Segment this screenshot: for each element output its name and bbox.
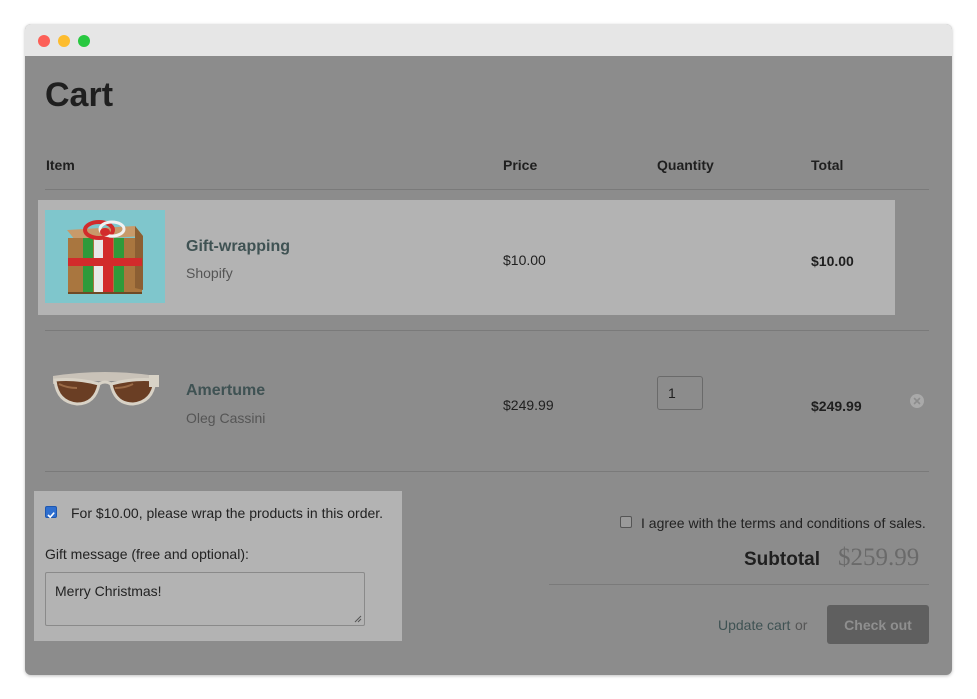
subtotal-label: Subtotal (744, 549, 820, 570)
close-window-button[interactable] (38, 35, 50, 47)
column-header-quantity: Quantity (657, 157, 714, 173)
window-titlebar (25, 24, 952, 56)
item-name[interactable]: Amertume (186, 382, 265, 400)
quantity-input[interactable]: 1 (657, 376, 703, 410)
gift-message-value: Merry Christmas! (55, 583, 162, 599)
column-header-item: Item (46, 157, 75, 173)
divider (45, 189, 929, 190)
divider (45, 471, 929, 472)
remove-item-button[interactable] (910, 394, 924, 408)
gift-wrap-label: For $10.00, please wrap the products in … (71, 505, 384, 521)
item-vendor: Shopify (186, 265, 233, 281)
subtotal-value: $259.99 (838, 544, 920, 571)
divider (549, 584, 929, 585)
gift-message-label: Gift message (free and optional): (45, 546, 249, 562)
gift-message-field[interactable]: Merry Christmas! (45, 572, 365, 626)
minimize-window-button[interactable] (58, 35, 70, 47)
cart-page: Cart Item Price Quantity Total Gift-wrap… (25, 56, 952, 675)
terms-label: I agree with the terms and conditions of… (641, 515, 926, 531)
zoom-window-button[interactable] (78, 35, 90, 47)
browser-window: Cart Item Price Quantity Total Gift-wrap… (25, 24, 952, 675)
item-vendor: Oleg Cassini (186, 410, 266, 426)
item-name[interactable]: Gift-wrapping (186, 238, 290, 256)
close-icon (913, 397, 921, 405)
gift-wrap-checkbox[interactable] (45, 506, 57, 519)
or-text: or (795, 617, 808, 633)
checkmark-icon (47, 512, 55, 519)
terms-checkbox[interactable] (620, 516, 632, 528)
page-title: Cart (45, 76, 114, 114)
item-price: $249.99 (503, 397, 554, 413)
resize-handle-icon[interactable] (354, 615, 362, 623)
column-header-price: Price (503, 157, 538, 173)
sunglasses-icon (45, 354, 165, 447)
checkout-button[interactable]: Check out (827, 605, 929, 644)
cart-row: Gift-wrapping Shopify $10.00 $10.00 (25, 200, 952, 315)
column-header-total: Total (811, 157, 844, 173)
cart-row: Amertume Oleg Cassini $249.99 1 $249.99 (25, 330, 952, 471)
item-price: $10.00 (503, 252, 546, 268)
gift-box-icon (45, 210, 165, 303)
item-total: $249.99 (811, 398, 862, 414)
item-total: $10.00 (811, 253, 854, 269)
update-cart-link[interactable]: Update cart (718, 617, 790, 633)
